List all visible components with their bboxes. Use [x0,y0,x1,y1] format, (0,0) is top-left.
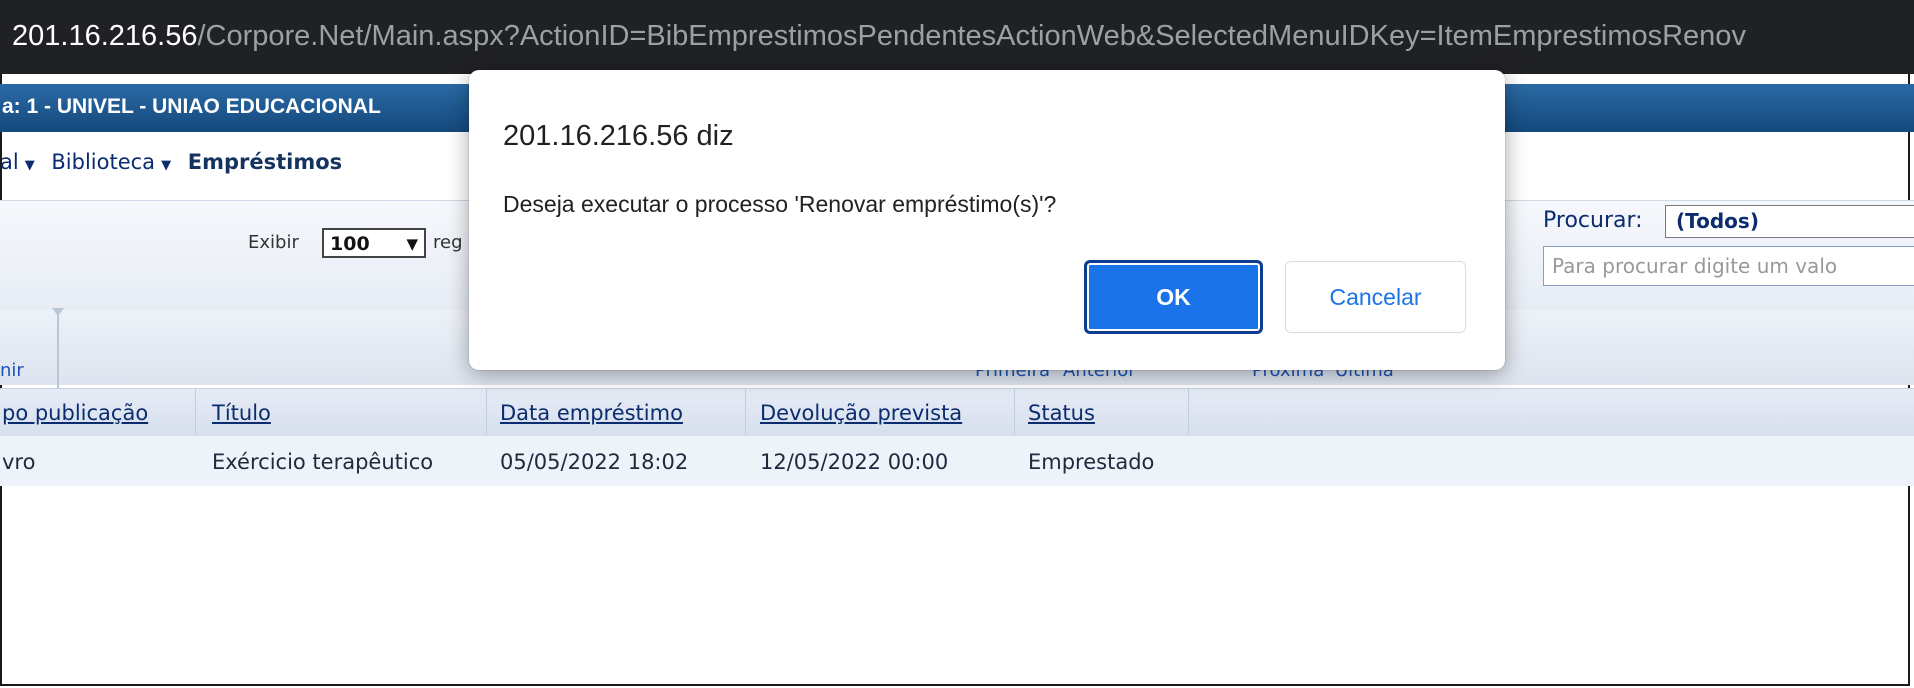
address-bar[interactable]: 201.16.216.56/Corpore.Net/Main.aspx?Acti… [0,0,1914,74]
dialog-title: 201.16.216.56 diz [503,120,734,152]
dialog-message: Deseja executar o processo 'Renovar empr… [503,191,1057,217]
breadcrumb-item-1[interactable]: al [0,150,19,174]
cell-data-emprestimo: 05/05/2022 18:02 [500,450,689,474]
page-size-value: 100 [330,233,370,255]
search-input[interactable]: Para procurar digite um valo [1543,246,1914,286]
chevron-down-icon[interactable]: ▼ [161,158,171,173]
chevron-down-icon: ▼ [406,235,418,253]
cell-devolucao: 12/05/2022 00:00 [760,450,949,474]
divider-notch [52,308,64,316]
chevron-down-icon[interactable]: ▼ [25,158,35,173]
url-path: /Corpore.Net/Main.aspx?ActionID=BibEmpre… [197,20,1746,52]
column-header-titulo[interactable]: Título [212,401,271,425]
column-separator [195,388,196,435]
procurar-label: Procurar: [1543,208,1643,233]
breadcrumb: al ▼ Biblioteca ▼ Empréstimos [0,150,342,174]
exibir-label: Exibir [248,232,299,253]
cell-tipo: vro [2,450,36,474]
page-size-select[interactable]: 100 ▼ [322,228,426,258]
imprimir-link[interactable]: nir [0,360,24,381]
column-header-tipo[interactable]: po publicação [2,401,148,425]
search-field-select[interactable]: (Todos) [1665,205,1914,238]
divider [57,312,59,388]
registros-label: reg [433,232,463,253]
breadcrumb-current: Empréstimos [187,150,343,174]
cell-status: Emprestado [1028,450,1155,474]
column-header-data-emprestimo[interactable]: Data empréstimo [500,401,683,425]
cell-titulo: Exércicio terapêutico [212,450,434,474]
ok-button[interactable]: OK [1084,260,1263,334]
column-separator [1188,388,1189,435]
breadcrumb-item-biblioteca[interactable]: Biblioteca [51,150,155,174]
column-header-devolucao[interactable]: Devolução prevista [760,401,962,425]
column-separator [486,388,487,435]
cancel-button[interactable]: Cancelar [1285,261,1466,333]
column-header-status[interactable]: Status [1028,401,1095,425]
column-separator [1014,388,1015,435]
column-separator [745,388,746,435]
url-host: 201.16.216.56 [12,20,198,52]
